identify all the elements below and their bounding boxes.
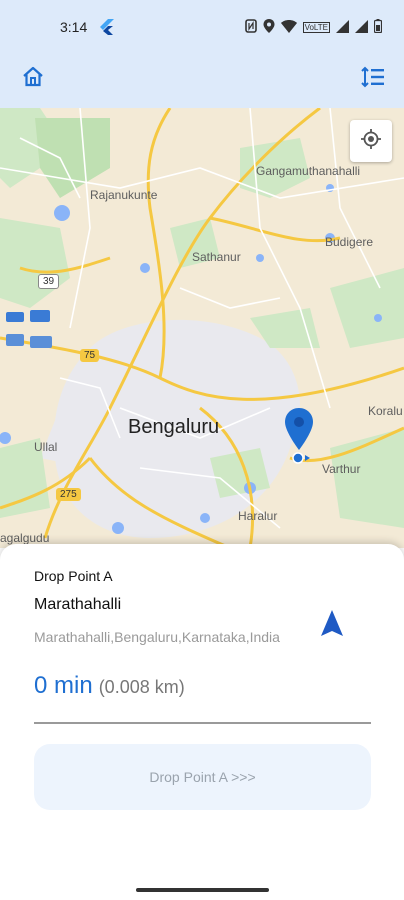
map-label-agalgudu: agalgudu bbox=[0, 531, 50, 545]
map-label-budigere: Budigere bbox=[325, 235, 374, 249]
wifi-icon bbox=[280, 19, 297, 36]
drop-point-label: Drop Point A bbox=[34, 568, 113, 584]
signal-icon bbox=[336, 19, 349, 36]
map-label-bengaluru: Bengaluru bbox=[128, 416, 220, 438]
nfc-icon bbox=[244, 19, 257, 36]
home-icon bbox=[21, 65, 45, 94]
drop-place-address: Marathahalli,Bengaluru,Karnataka,India bbox=[34, 629, 280, 645]
battery-icon bbox=[373, 19, 383, 36]
map-label-varthur: Varthur bbox=[322, 462, 361, 476]
vehicle-markers-icon[interactable] bbox=[4, 308, 54, 357]
drop-point-button[interactable]: Drop Point A >>> bbox=[34, 744, 371, 810]
map-label-rajanukunte: Rajanukunte bbox=[90, 188, 158, 202]
road-shield-275: 275 bbox=[56, 488, 81, 501]
eta-row: 0 min (0.008 km) bbox=[34, 672, 185, 700]
my-location-button[interactable] bbox=[350, 120, 392, 162]
home-indicator[interactable] bbox=[136, 888, 269, 892]
flutter-icon bbox=[100, 19, 114, 40]
navigation-arrow-icon[interactable] bbox=[320, 610, 344, 641]
current-location-dot-icon bbox=[292, 451, 312, 469]
drop-place-name: Marathahalli bbox=[34, 596, 122, 613]
road-shield-39: 39 bbox=[38, 274, 60, 289]
map-label-koralu: Koralu bbox=[368, 404, 403, 418]
divider bbox=[34, 722, 371, 724]
map-label-haralur: Haralur bbox=[238, 509, 278, 523]
location-icon bbox=[263, 19, 275, 36]
status-icons: VoLTE bbox=[244, 19, 383, 36]
home-button[interactable] bbox=[18, 64, 48, 94]
signal-icon-2 bbox=[355, 19, 368, 36]
volte-icon: VoLTE bbox=[302, 22, 330, 33]
map-label-ullal: Ullal bbox=[34, 440, 58, 454]
map-label-gangamuthanahalli: Gangamuthanahalli bbox=[256, 164, 361, 178]
sort-button[interactable] bbox=[358, 64, 388, 94]
sort-icon bbox=[360, 65, 386, 94]
drop-point-sheet: Drop Point A Marathahalli Marathahalli,B… bbox=[0, 544, 404, 900]
eta-distance: (0.008 km) bbox=[98, 677, 185, 697]
eta-time: 0 min bbox=[34, 672, 93, 699]
status-bar: 3:14 VoLTE bbox=[0, 0, 404, 56]
my-location-icon bbox=[360, 128, 382, 155]
map-view[interactable]: Gangamuthanahalli Rajanukunte Sathanur B… bbox=[0, 108, 404, 548]
app-bar bbox=[0, 56, 404, 108]
status-time: 3:14 bbox=[60, 19, 88, 35]
destination-pin-icon[interactable] bbox=[284, 408, 314, 455]
road-shield-75: 75 bbox=[80, 349, 100, 362]
map-label-sathanur: Sathanur bbox=[192, 250, 241, 264]
